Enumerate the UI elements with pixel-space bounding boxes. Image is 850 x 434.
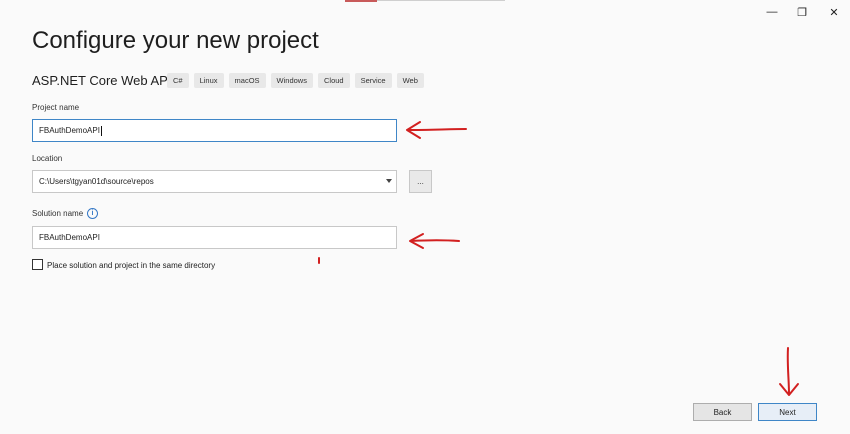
tag-macos: macOS: [228, 73, 266, 88]
title-bar-line: [377, 0, 505, 1]
back-label: Back: [713, 407, 732, 417]
minimize-button[interactable]: —: [762, 6, 782, 18]
project-name-input[interactable]: FBAuthDemoAPI: [32, 119, 397, 142]
browse-button[interactable]: ...: [409, 170, 432, 193]
back-button[interactable]: Back: [693, 403, 752, 421]
info-glyph: i: [91, 210, 94, 217]
tag-windows: Windows: [270, 73, 313, 88]
annotation-arrow-solution-name: [409, 233, 460, 249]
tag-linux: Linux: [193, 73, 224, 88]
close-button[interactable]: ✕: [824, 6, 844, 19]
solution-name-value: FBAuthDemoAPI: [39, 233, 100, 242]
project-name-label: Project name: [32, 103, 80, 112]
same-directory-label[interactable]: Place solution and project in the same d…: [47, 261, 215, 270]
template-tags: C# Linux macOS Windows Cloud Service Web: [167, 73, 424, 88]
maximize-icon: ❐: [797, 6, 807, 19]
info-icon[interactable]: i: [87, 208, 98, 219]
close-icon: ✕: [829, 6, 839, 19]
annotation-arrow-next: [779, 347, 799, 396]
location-label: Location: [32, 154, 63, 163]
location-value: C:\Users\tgyan01d\source\repos: [39, 177, 154, 186]
solution-name-label: Solution name: [32, 209, 84, 218]
tag-cloud: Cloud: [317, 73, 350, 88]
tag-csharp: C#: [167, 73, 189, 88]
template-name: ASP.NET Core Web API: [32, 73, 172, 88]
maximize-button[interactable]: ❐: [792, 6, 812, 19]
tag-web: Web: [396, 73, 424, 88]
title-bar-accent: [345, 0, 377, 2]
solution-name-input[interactable]: FBAuthDemoAPI: [32, 226, 397, 249]
next-label: Next: [779, 407, 796, 417]
location-dropdown[interactable]: C:\Users\tgyan01d\source\repos: [32, 170, 397, 193]
tag-service: Service: [354, 73, 392, 88]
page-title: Configure your new project: [32, 27, 319, 54]
text-caret: [100, 125, 102, 136]
browse-label: ...: [417, 177, 424, 186]
chevron-down-icon: [386, 179, 392, 183]
project-name-value: FBAuthDemoAPI: [39, 126, 100, 135]
minimize-icon: —: [766, 6, 778, 18]
same-directory-checkbox[interactable]: [32, 259, 43, 270]
annotation-arrow-project-name: [406, 121, 467, 139]
next-button[interactable]: Next: [758, 403, 817, 421]
annotation-dot: [318, 257, 320, 264]
